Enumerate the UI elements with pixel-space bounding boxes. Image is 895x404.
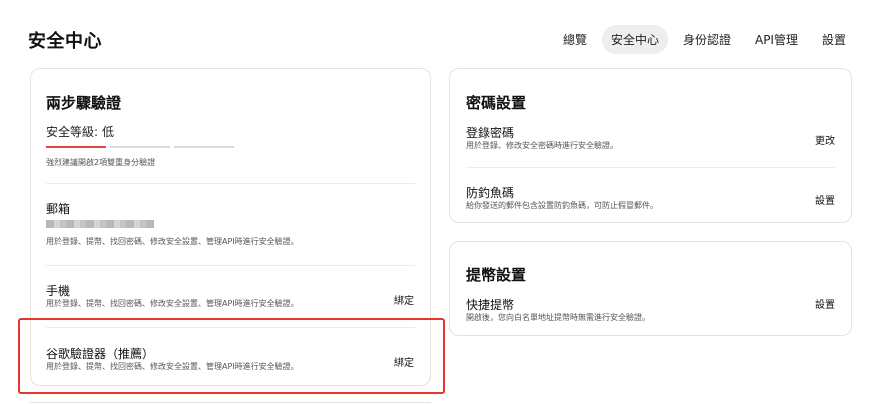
- password-settings-title: 密碼設置: [466, 94, 527, 112]
- google-authenticator-description: 用於登錄、提幣、找回密碼、修改安全設置、管理API時進行安全驗證。: [46, 362, 299, 371]
- withdrawal-settings-card: 提幣設置 快捷提幣 開啟後，您向白名單地址提幣時無需進行安全驗證。 設置: [449, 241, 852, 336]
- withdrawal-settings-title: 提幣設置: [466, 266, 527, 284]
- anti-phishing-code-title: 防釣魚碼: [466, 186, 515, 200]
- divider: [46, 265, 415, 266]
- level-bar-empty: [110, 146, 170, 148]
- two-step-title: 兩步驟驗證: [46, 94, 122, 112]
- divider: [46, 183, 415, 184]
- divider: [466, 167, 835, 168]
- security-level-value: 低: [102, 125, 115, 139]
- set-anti-phishing-code-button[interactable]: 設置: [815, 192, 835, 207]
- tab-identity-verification[interactable]: 身份認證: [674, 25, 740, 54]
- security-level: 安全等級: 低: [46, 123, 114, 140]
- email-title: 郵箱: [46, 202, 71, 216]
- level-bar-empty: [174, 146, 234, 148]
- tab-overview[interactable]: 總覽: [554, 25, 596, 54]
- login-password-description: 用於登錄、修改安全密碼時進行安全驗證。: [466, 141, 618, 150]
- phone-description: 用於登錄、提幣、找回密碼、修改安全設置、管理API時進行安全驗證。: [46, 299, 299, 308]
- security-level-label: 安全等級:: [46, 125, 99, 139]
- quick-withdraw-description: 開啟後，您向白名單地址提幣時無需進行安全驗證。: [466, 313, 650, 322]
- set-quick-withdraw-button[interactable]: 設置: [815, 296, 835, 311]
- divider: [46, 327, 415, 328]
- two-step-verification-card: 兩步驟驗證 安全等級: 低 強烈建議開啟2項雙重身分驗證 郵箱 用於登錄、提幣、找…: [30, 68, 431, 386]
- google-authenticator-title: 谷歌驗證器（推薦）: [46, 347, 155, 361]
- anti-phishing-code-description: 給你發送的郵件包含設置防釣魚碼，可防止假冒郵件。: [466, 201, 658, 210]
- password-settings-card: 密碼設置 登錄密碼 用於登錄、修改安全密碼時進行安全驗證。 更改 防釣魚碼 給你…: [449, 68, 852, 223]
- login-password-title: 登錄密碼: [466, 126, 515, 140]
- next-card-edge: [30, 402, 431, 403]
- level-bar-filled: [46, 146, 106, 148]
- security-level-bars: [46, 146, 234, 148]
- email-description: 用於登錄、提幣、找回密碼、修改安全設置、管理API時進行安全驗證。: [46, 237, 299, 246]
- top-nav: 總覽 安全中心 身份認證 API管理 設置: [554, 25, 855, 54]
- bind-google-authenticator-button[interactable]: 綁定: [394, 354, 414, 369]
- tab-settings[interactable]: 設置: [813, 25, 855, 54]
- bind-phone-button[interactable]: 綁定: [394, 292, 414, 307]
- tab-api-management[interactable]: API管理: [746, 25, 807, 54]
- change-login-password-button[interactable]: 更改: [815, 132, 835, 147]
- page-title: 安全中心: [28, 31, 102, 52]
- masked-email-value: [46, 220, 154, 228]
- quick-withdraw-title: 快捷提幣: [466, 298, 515, 312]
- recommend-text: 強烈建議開啟2項雙重身分驗證: [46, 158, 156, 167]
- phone-title: 手機: [46, 284, 71, 298]
- tab-security-center[interactable]: 安全中心: [601, 25, 668, 54]
